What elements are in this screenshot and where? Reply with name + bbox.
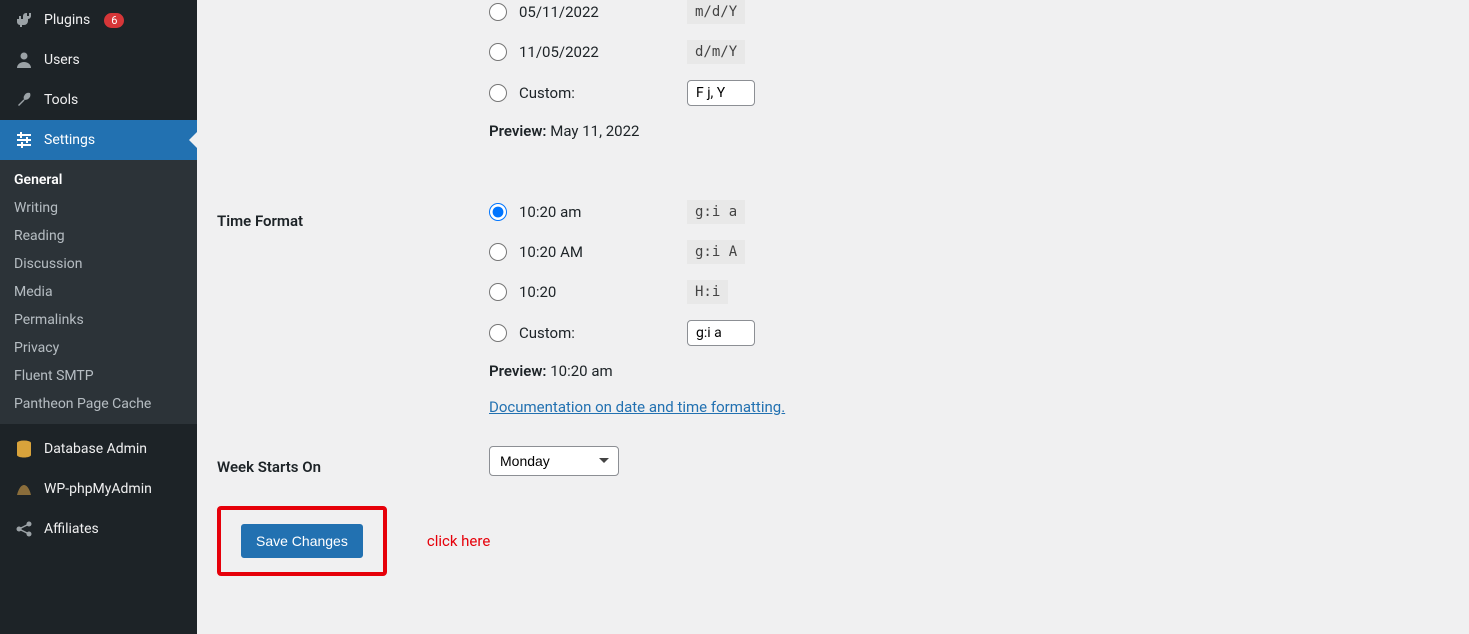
submenu-privacy[interactable]: Privacy — [0, 334, 197, 362]
submenu-discussion[interactable]: Discussion — [0, 250, 197, 278]
database-icon — [14, 439, 34, 459]
submenu-pantheon[interactable]: Pantheon Page Cache — [0, 390, 197, 418]
sidebar: Plugins 6 Users Tools Settings General W… — [0, 0, 197, 634]
week-starts-value: Monday — [489, 446, 1449, 476]
date-format-row: 05/11/2022 m/d/Y 11/05/2022 d/m/Y Custom… — [217, 0, 1449, 160]
week-starts-select[interactable]: Monday — [489, 446, 619, 476]
sidebar-item-label: Database Admin — [44, 441, 147, 457]
sidebar-item-label: Settings — [44, 132, 95, 148]
submenu-permalinks[interactable]: Permalinks — [0, 306, 197, 334]
time-option-code: g:i a — [687, 200, 745, 224]
time-custom-input[interactable] — [687, 320, 755, 346]
week-starts-select-wrap: Monday — [489, 446, 619, 476]
time-option-label: 10:20 am — [519, 203, 679, 221]
date-time-doc-link[interactable]: Documentation on date and time formattin… — [489, 398, 785, 416]
save-button[interactable]: Save Changes — [241, 524, 363, 558]
sidebar-item-tools[interactable]: Tools — [0, 80, 197, 120]
date-preview-label: Preview: — [489, 122, 547, 140]
plugins-badge: 6 — [104, 13, 124, 28]
submenu-fluent-smtp[interactable]: Fluent SMTP — [0, 362, 197, 390]
date-format-radio-custom[interactable] — [489, 84, 507, 102]
sidebar-item-label: Affiliates — [44, 521, 99, 537]
sidebar-item-label: Plugins — [44, 12, 90, 28]
date-format-radio-dmy[interactable] — [489, 43, 507, 61]
date-custom-input[interactable] — [687, 80, 755, 106]
wrench-icon — [14, 90, 34, 110]
time-preview-label: Preview: — [489, 362, 547, 380]
week-starts-label: Week Starts On — [217, 446, 489, 476]
date-option-label: 11/05/2022 — [519, 43, 679, 61]
sidebar-item-label: Users — [44, 52, 80, 68]
plug-icon — [14, 10, 34, 30]
sidebar-item-settings[interactable]: Settings — [0, 120, 197, 160]
date-option-code: d/m/Y — [687, 40, 745, 64]
time-option-code: H:i — [687, 280, 728, 304]
date-preview-value: May 11, 2022 — [550, 122, 639, 140]
time-format-value: 10:20 am g:i a 10:20 AM g:i A 10:20 H:i … — [489, 200, 1449, 416]
time-option-code: g:i A — [687, 240, 745, 264]
date-preview: Preview: May 11, 2022 — [489, 122, 1449, 140]
submenu-general[interactable]: General — [0, 166, 197, 194]
time-option-label: 10:20 AM — [519, 243, 679, 261]
sidebar-item-label: Tools — [44, 92, 78, 108]
time-preview: Preview: 10:20 am — [489, 362, 1449, 380]
date-option-code: m/d/Y — [687, 0, 745, 24]
time-preview-value: 10:20 am — [550, 362, 612, 380]
week-starts-row: Week Starts On Monday — [217, 446, 1449, 476]
date-format-value: 05/11/2022 m/d/Y 11/05/2022 d/m/Y Custom… — [489, 0, 1449, 160]
date-format-radio-mdy[interactable] — [489, 3, 507, 21]
submenu-media[interactable]: Media — [0, 278, 197, 306]
sidebar-item-database-admin[interactable]: Database Admin — [0, 429, 197, 469]
sidebar-item-plugins[interactable]: Plugins 6 — [0, 0, 197, 40]
time-format-radio-gia[interactable] — [489, 203, 507, 221]
share-icon — [14, 519, 34, 539]
time-option-label: 10:20 — [519, 283, 679, 301]
settings-submenu: General Writing Reading Discussion Media… — [0, 160, 197, 424]
date-option-label: 05/11/2022 — [519, 3, 679, 21]
sidebar-item-users[interactable]: Users — [0, 40, 197, 80]
time-format-radio-custom[interactable] — [489, 324, 507, 342]
sliders-icon — [14, 130, 34, 150]
annotation-text: click here — [427, 532, 490, 550]
time-format-radio-Hi[interactable] — [489, 283, 507, 301]
date-custom-label: Custom: — [519, 84, 679, 102]
user-icon — [14, 50, 34, 70]
sidebar-item-affiliates[interactable]: Affiliates — [0, 509, 197, 549]
time-format-radio-giA[interactable] — [489, 243, 507, 261]
phpmyadmin-icon — [14, 479, 34, 499]
submenu-writing[interactable]: Writing — [0, 194, 197, 222]
sidebar-item-wp-phpmyadmin[interactable]: WP-phpMyAdmin — [0, 469, 197, 509]
sidebar-item-label: WP-phpMyAdmin — [44, 481, 152, 497]
date-format-label — [217, 0, 489, 12]
main-content: 05/11/2022 m/d/Y 11/05/2022 d/m/Y Custom… — [197, 0, 1469, 634]
annotation-highlight-box: Save Changes — [217, 506, 387, 576]
submenu-reading[interactable]: Reading — [0, 222, 197, 250]
submit-area: Save Changes click here — [217, 506, 1449, 576]
time-format-row: Time Format 10:20 am g:i a 10:20 AM g:i … — [217, 200, 1449, 416]
time-format-label: Time Format — [217, 200, 489, 230]
time-custom-label: Custom: — [519, 324, 679, 342]
